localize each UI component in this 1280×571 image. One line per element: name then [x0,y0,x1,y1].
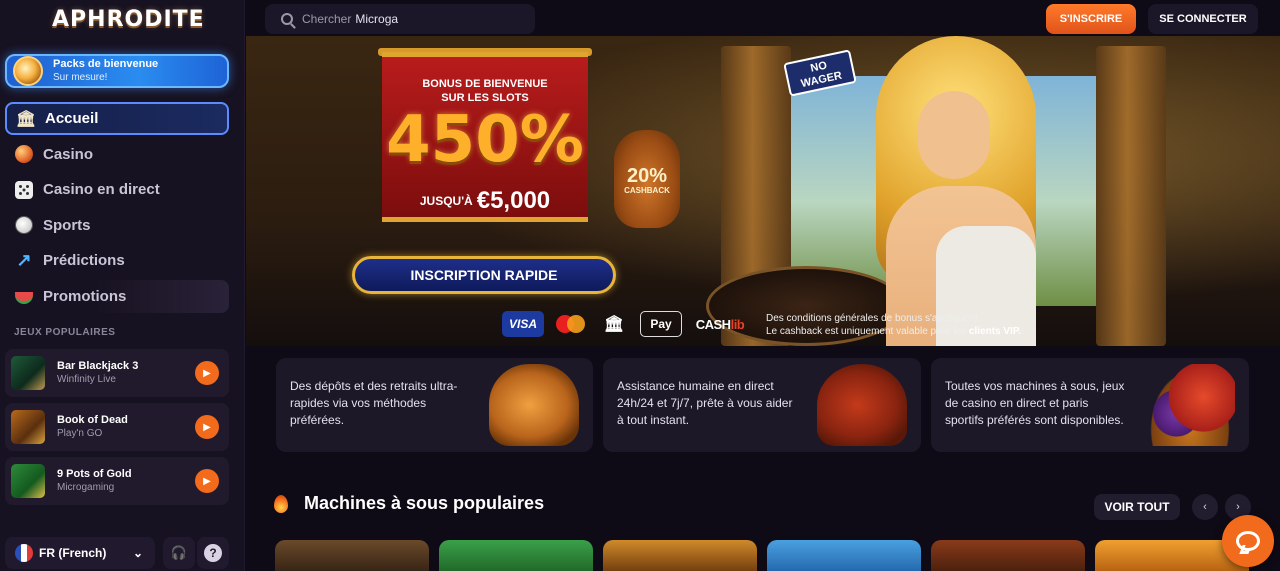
fruit-dice-illustration [1145,364,1235,446]
slot-tile[interactable] [439,540,593,571]
slot-tile[interactable] [603,540,757,571]
play-icon: ▶ [203,475,211,487]
nav-label: Accueil [45,110,99,127]
cashback-percent: 20% [626,165,668,187]
game-name: 9 Pots of Gold [57,468,132,480]
live-chat-button[interactable] [1222,515,1274,567]
bonus-banner: BONUS DE BIENVENUE SUR LES SLOTS 450% JU… [382,52,588,222]
slot-tile[interactable] [767,540,921,571]
soccer-ball-icon [15,216,33,234]
bonus-disclaimer: Des conditions générales de bonus s'appl… [766,313,1021,337]
dice-icon [15,180,33,199]
feature-card-payments: Des dépôts et des retraits ultra-rapides… [276,358,593,452]
popular-games-label: JEUX POPULAIRES [14,327,116,338]
game-name: Bar Blackjack 3 [57,360,139,372]
bonus-heading: BONUS DE BIENVENUE SUR LES SLOTS [422,78,548,104]
feature-card-support: Assistance humaine en direct 24h/24 et 7… [603,358,921,452]
chevron-left-icon: ‹ [1203,501,1207,513]
game-thumbnail [11,464,45,498]
search-input[interactable]: Chercher Microga [265,4,535,34]
support-button[interactable]: 🎧 [163,537,195,569]
headset-icon: 🎧 [170,545,188,560]
bank-transfer-icon: 🏛 [603,316,625,333]
game-name: Book of Dead [57,414,128,426]
gold-vase-illustration [489,364,579,446]
question-icon: ? [204,544,222,562]
play-icon: ▶ [203,421,211,433]
play-icon: ▶ [203,367,211,379]
nav-label: Promotions [43,287,127,305]
promo-title: Packs de bienvenue [53,58,159,70]
brand-logo[interactable]: APHRODITE [52,7,205,32]
nav-label: Prédictions [43,252,125,269]
visa-icon: VISA [502,311,544,337]
help-button[interactable]: ? [197,537,229,569]
nav-label: Casino en direct [43,181,160,198]
trend-arrow-icon: ↗ [16,250,32,270]
play-button[interactable]: ▶ [195,415,219,439]
section-title: Machines à sous populaires [304,493,545,513]
watermelon-icon [15,292,33,304]
bonus-max: JUSQU'À €5,000 [419,187,551,214]
slot-tile[interactable] [931,540,1085,571]
france-flag-icon [15,544,33,562]
flame-icon [274,494,288,513]
game-thumbnail [11,410,45,444]
feature-text: Des dépôts et des retraits ultra-rapides… [290,379,458,427]
chevron-down-icon: ⌄ [132,546,143,560]
nav-item-casino[interactable]: Casino [5,138,229,171]
nav-label: Casino [43,145,94,163]
signup-button[interactable]: S'INSCRIRE [1046,4,1136,34]
game-provider: Microgaming [57,482,115,493]
temple-icon: 🏛 [15,110,37,128]
feature-text: Assistance humaine en direct 24h/24 et 7… [617,379,793,427]
nav-item-casino-en-direct[interactable]: Casino en direct [5,173,229,206]
feature-card-games: Toutes vos machines à sous, jeux de casi… [931,358,1249,452]
nav-item-accueil[interactable]: 🏛 Accueil [5,102,229,135]
main-nav: 🏛 Accueil Casino Casino en direct Sports… [5,102,229,315]
promo-subtitle: Sur mesure! [53,72,108,83]
cashlib-icon: CASH lib [695,316,745,332]
mastercard-icon [554,311,588,337]
nav-item-predictions[interactable]: ↗ Prédictions [5,244,229,277]
chevron-right-icon: › [1236,501,1240,513]
game-provider: Play'n GO [57,428,103,439]
sidebar: APHRODITE Packs de bienvenue Sur mesure!… [0,0,245,571]
quick-signup-button[interactable]: INSCRIPTION RAPIDE [352,256,616,294]
payment-methods: VISA 🏛 Pay CASH lib [502,310,758,338]
apple-pay-icon: Pay [640,311,682,337]
chip-icon [15,145,33,163]
welcome-packs-banner[interactable]: Packs de bienvenue Sur mesure! [5,54,229,88]
view-all-button[interactable]: VOIR TOUT [1094,494,1180,520]
bonus-percent: 450% [386,103,584,177]
goddess-illustration [846,36,1066,346]
cashback-vase: 20% CASHBACK [614,130,680,228]
login-button[interactable]: SE CONNECTER [1148,4,1258,34]
play-button[interactable]: ▶ [195,469,219,493]
game-thumbnail [11,356,45,390]
language-label: FR (French) [39,546,107,560]
list-item[interactable]: Book of Dead Play'n GO ▶ [5,403,229,451]
nav-item-sports[interactable]: Sports [5,209,229,242]
cashback-label: CASHBACK [624,186,670,195]
list-item[interactable]: Bar Blackjack 3 Winfinity Live ▶ [5,349,229,397]
popular-games-list: Bar Blackjack 3 Winfinity Live ▶ Book of… [5,349,229,511]
nav-item-promotions[interactable]: Promotions [5,279,229,313]
nav-label: Sports [43,216,91,234]
section-heading: Machines à sous populaires [274,493,544,514]
gem-icon [13,56,43,86]
winged-helmet-illustration [817,364,907,446]
game-provider: Winfinity Live [57,374,116,385]
prev-button[interactable]: ‹ [1192,494,1218,520]
play-button[interactable]: ▶ [195,361,219,385]
list-item[interactable]: 9 Pots of Gold Microgaming ▶ [5,457,229,505]
search-icon [281,13,293,25]
hero-column [1096,46,1166,346]
search-label: Chercher [302,12,352,26]
slot-tile[interactable] [275,540,429,571]
language-selector[interactable]: FR (French) ⌄ [5,537,155,569]
search-value: Microga [355,12,399,26]
chat-bubble-icon [1236,531,1260,551]
feature-text: Toutes vos machines à sous, jeux de casi… [945,379,1125,427]
